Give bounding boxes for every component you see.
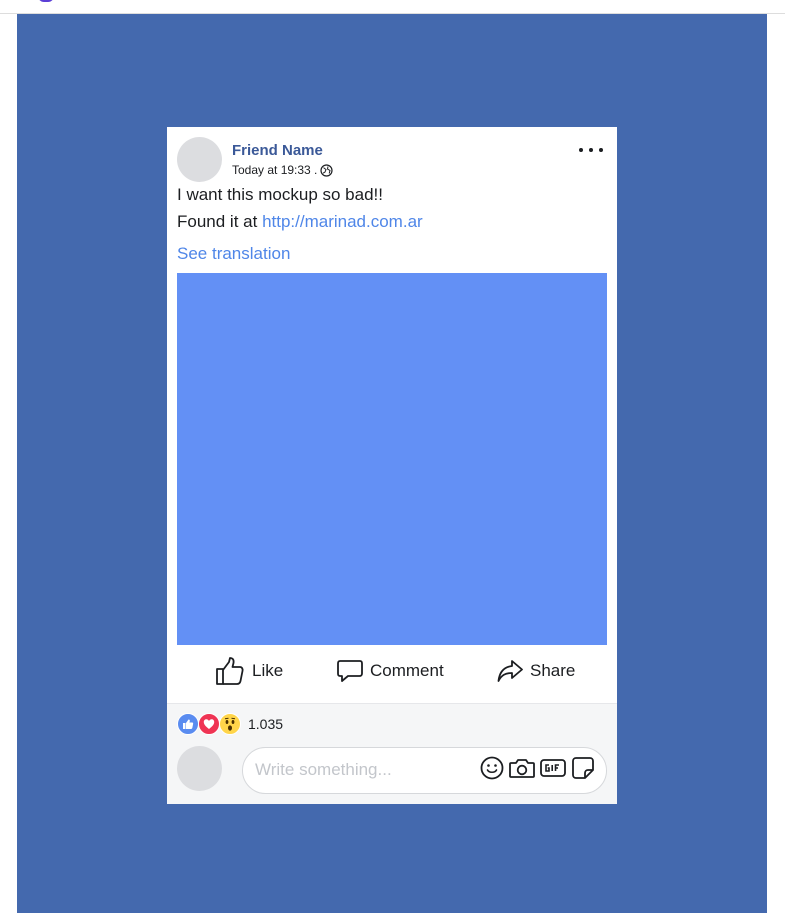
love-reaction-icon <box>198 713 220 735</box>
globe-icon <box>320 163 334 177</box>
post-meta: Today at 19:33 . <box>232 163 334 177</box>
comment-button[interactable]: Comment <box>336 655 444 687</box>
post-actions: Like Comment Share <box>167 645 617 701</box>
comment-input[interactable] <box>253 756 467 784</box>
like-button[interactable]: Like <box>214 655 283 687</box>
wow-reaction-icon <box>219 713 241 735</box>
share-button[interactable]: Share <box>496 655 575 687</box>
post-timestamp[interactable]: Today at 19:33 . <box>232 163 317 177</box>
sticker-icon[interactable] <box>570 755 596 781</box>
post-text-line2: Found it at http://marinad.com.ar <box>177 212 423 232</box>
post-footer: 1.035 <box>167 703 617 804</box>
like-reaction-icon <box>177 713 199 735</box>
comment-icon <box>336 658 364 684</box>
share-icon <box>496 658 524 684</box>
post-text-prefix: Found it at <box>177 212 263 231</box>
author-avatar[interactable] <box>177 137 222 182</box>
post-text-line1: I want this mockup so bad!! <box>177 185 383 204</box>
share-label: Share <box>530 661 576 680</box>
emoji-icon[interactable] <box>479 755 505 781</box>
reactions-summary[interactable]: 1.035 <box>177 713 283 735</box>
author-name[interactable]: Friend Name <box>232 142 323 159</box>
see-translation-link[interactable]: See translation <box>177 244 290 264</box>
comment-label: Comment <box>370 661 444 680</box>
thumbs-up-icon <box>214 656 246 686</box>
composer-tools <box>479 755 596 781</box>
reaction-count: 1.035 <box>248 716 284 732</box>
like-label: Like <box>252 661 284 680</box>
user-avatar[interactable] <box>177 746 222 791</box>
post-image[interactable] <box>177 273 607 645</box>
gif-icon[interactable] <box>539 755 567 781</box>
post-card: Friend Name Today at 19:33 . I want this… <box>167 127 617 804</box>
top-brand-icon <box>38 0 54 2</box>
more-options-icon[interactable] <box>579 143 603 157</box>
post-link[interactable]: http://marinad.com.ar <box>262 212 423 231</box>
camera-icon[interactable] <box>508 755 536 781</box>
comment-composer <box>242 747 607 794</box>
